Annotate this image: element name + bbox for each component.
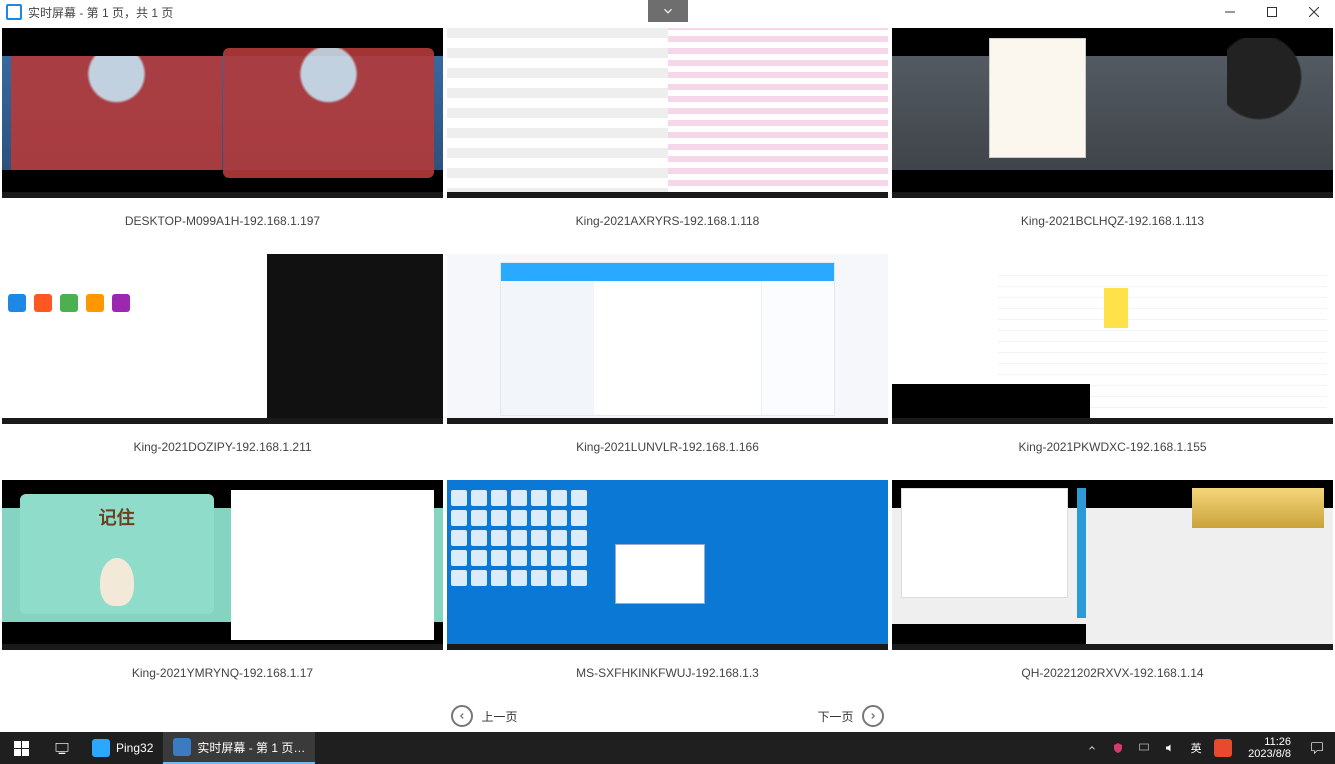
monitor-icon — [173, 738, 191, 756]
screen-thumbnail[interactable] — [447, 480, 888, 650]
next-page-label: 下一页 — [818, 708, 854, 725]
ping32-icon — [92, 739, 110, 757]
ime-label: 英 — [1191, 740, 1202, 756]
minimize-button[interactable] — [1209, 0, 1251, 24]
screen-cell: MS-SXFHKINKFWUJ-192.168.1.3 — [447, 480, 888, 706]
screen-thumbnail[interactable] — [2, 28, 443, 198]
screen-cell: QH-20221202RXVX-192.168.1.14 — [892, 480, 1333, 706]
app-monitor-icon — [6, 4, 22, 20]
screen-caption: King-2021BCLHQZ-192.168.1.113 — [892, 214, 1333, 228]
screen-thumbnail[interactable] — [892, 254, 1333, 424]
screen-caption: DESKTOP-M099A1H-192.168.1.197 — [2, 214, 443, 228]
screen-thumbnail[interactable]: 记住 — [2, 480, 443, 650]
screen-thumbnail[interactable] — [2, 254, 443, 424]
screens-grid: DESKTOP-M099A1H-192.168.1.197 King-2021A… — [2, 28, 1333, 706]
arrow-left-icon — [451, 705, 473, 727]
screen-cell: King-2021PKWDXC-192.168.1.155 — [892, 254, 1333, 480]
system-tray: 英 — [1076, 739, 1240, 757]
action-center-button[interactable] — [1299, 740, 1335, 756]
screen-thumbnail[interactable] — [892, 480, 1333, 650]
next-page-button[interactable]: 下一页 — [818, 704, 884, 728]
taskbar-app-ping32[interactable]: Ping32 — [82, 732, 163, 764]
screen-caption: King-2021AXRYRS-192.168.1.118 — [447, 214, 888, 228]
taskbar-app-label: 实时屏幕 - 第 1 页… — [197, 739, 305, 756]
prev-page-label: 上一页 — [481, 708, 517, 725]
screen-thumbnail[interactable] — [447, 254, 888, 424]
tray-network-icon[interactable] — [1136, 740, 1152, 756]
screen-cell: King-2021LUNVLR-192.168.1.166 — [447, 254, 888, 480]
window-controls — [1209, 0, 1335, 24]
tray-up-icon[interactable] — [1084, 740, 1100, 756]
windows-logo-icon — [14, 741, 29, 756]
close-button[interactable] — [1293, 0, 1335, 24]
start-button[interactable] — [0, 732, 42, 764]
screen-thumbnail[interactable] — [447, 28, 888, 198]
chevron-down-icon — [661, 4, 675, 18]
dropdown-toggle[interactable] — [648, 0, 688, 22]
screen-cell: 记住 King-2021YMRYNQ-192.168.1.17 — [2, 480, 443, 706]
screen-cell: King-2021AXRYRS-192.168.1.118 — [447, 28, 888, 254]
clock-time: 11:26 — [1264, 736, 1291, 748]
thumb-card-text: 记住 — [99, 504, 135, 530]
task-view-button[interactable] — [42, 740, 82, 756]
screen-caption: MS-SXFHKINKFWUJ-192.168.1.3 — [447, 666, 888, 680]
tray-shield-icon[interactable] — [1110, 740, 1126, 756]
screen-thumbnail[interactable] — [892, 28, 1333, 198]
windows-taskbar: Ping32 实时屏幕 - 第 1 页… 英 11:26 2023/8/8 — [0, 732, 1335, 764]
arrow-right-icon — [862, 705, 884, 727]
tray-ime-icon[interactable]: 英 — [1188, 740, 1204, 756]
task-view-icon — [54, 740, 70, 756]
screen-cell: King-2021BCLHQZ-192.168.1.113 — [892, 28, 1333, 254]
taskbar-app-label: Ping32 — [116, 741, 153, 755]
notification-icon — [1309, 740, 1325, 756]
taskbar-clock[interactable]: 11:26 2023/8/8 — [1240, 736, 1299, 760]
maximize-button[interactable] — [1251, 0, 1293, 24]
tray-sogou-icon[interactable] — [1214, 739, 1232, 757]
tray-volume-icon[interactable] — [1162, 740, 1178, 756]
window-title: 实时屏幕 - 第 1 页，共 1 页 — [28, 4, 173, 21]
screen-caption: QH-20221202RXVX-192.168.1.14 — [892, 666, 1333, 680]
taskbar-app-realtime-screen[interactable]: 实时屏幕 - 第 1 页… — [163, 732, 315, 764]
titlebar: 实时屏幕 - 第 1 页，共 1 页 — [0, 0, 1335, 24]
pager: 上一页 下一页 — [0, 704, 1335, 728]
screen-caption: King-2021YMRYNQ-192.168.1.17 — [2, 666, 443, 680]
screen-caption: King-2021LUNVLR-192.168.1.166 — [447, 440, 888, 454]
screen-cell: King-2021DOZIPY-192.168.1.211 — [2, 254, 443, 480]
screen-caption: King-2021PKWDXC-192.168.1.155 — [892, 440, 1333, 454]
screen-caption: King-2021DOZIPY-192.168.1.211 — [2, 440, 443, 454]
screens-grid-zone: DESKTOP-M099A1H-192.168.1.197 King-2021A… — [0, 24, 1335, 704]
screen-cell: DESKTOP-M099A1H-192.168.1.197 — [2, 28, 443, 254]
prev-page-button[interactable]: 上一页 — [451, 704, 517, 728]
clock-date: 2023/8/8 — [1248, 748, 1291, 760]
